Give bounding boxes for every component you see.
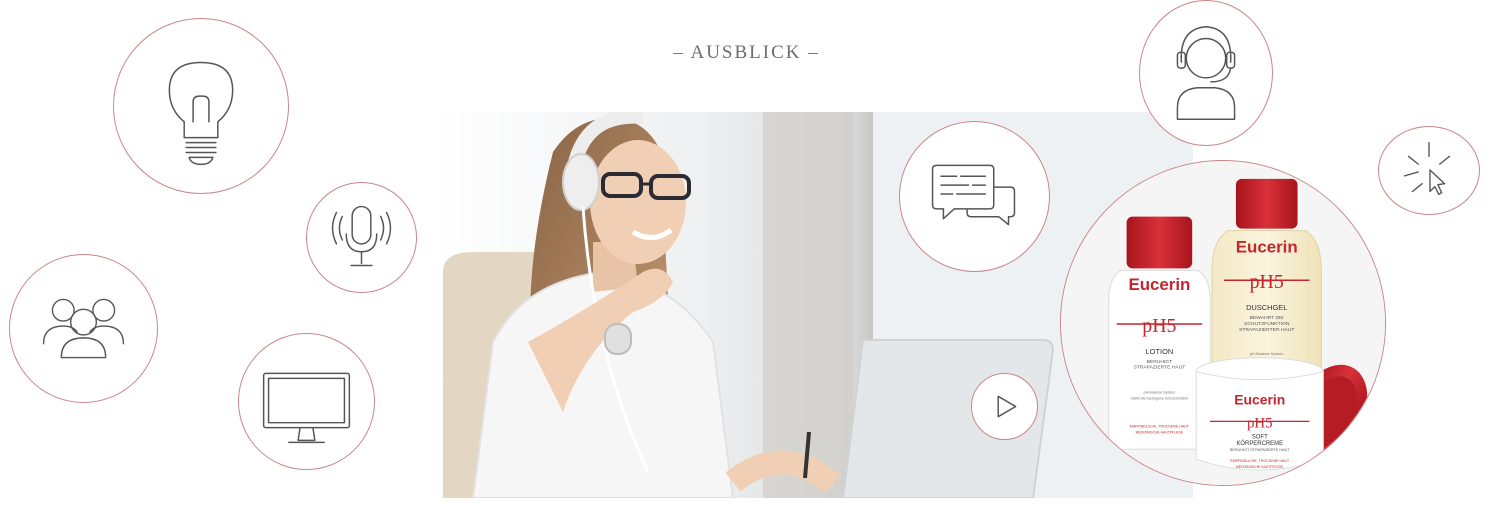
cream-footer2: MEDIZINISCHE HAUTPFLEGE [1236,465,1284,469]
lotion-note2: Stärkt die hauteigene Schutzfunktion [1130,397,1188,401]
monitor-circle [238,333,375,470]
lightbulb-icon [168,61,234,166]
microphone-icon [331,205,392,267]
shower-name: DUSCHGEL [1246,303,1287,312]
cream-name2: KÖRPERCREME [1236,440,1283,447]
shower-sub3: STRAPAZIERTER HAUT [1239,327,1294,333]
shower-brand: Eucerin [1236,237,1298,256]
headset-circle [1139,0,1273,146]
click-circle [1378,126,1480,215]
cream-line: pH5 [1247,415,1273,431]
chat-circle [899,121,1050,272]
play-button[interactable] [971,373,1038,440]
play-icon[interactable] [972,374,1037,439]
lightbulb-circle [113,18,289,194]
shower-sub1: BEWAHRT DIE [1250,315,1285,321]
monitor-icon [262,372,351,444]
products-circle: Eucerin pH5 DUSCHGEL BEWAHRT DIE SCHUTZF… [1060,160,1386,486]
lotion-sub2: STRAPAZIERTE HAUT [1133,365,1185,371]
lotion-line: pH5 [1142,315,1176,337]
chat-icon [931,164,1016,226]
headset-agent-icon [1176,25,1236,121]
shower-line: pH5 [1250,271,1284,293]
cream-name1: SOFT [1252,434,1268,440]
group-icon [42,298,125,359]
lotion-sub1: BERUHIGT [1147,359,1173,365]
click-cursor-icon [1403,141,1451,196]
eucerin-products-image: Eucerin pH5 DUSCHGEL BEWAHRT DIE SCHUTZF… [1061,161,1385,485]
shower-note1: pH-Balance System [1250,352,1283,356]
cream-footer1: EMPFINDLICHE, TROCKENE HAUT [1230,459,1290,463]
cream-jar: Eucerin pH5 SOFT KÖRPERCREME BERUHIGT ST… [1195,357,1324,471]
lotion-footer1: EMPFINDLICHE, TROCKENE HAUT [1130,424,1190,428]
lotion-footer2: MEDIZINISCHE HAUTPFLEGE [1136,430,1184,434]
cream-sub1: BERUHIGT STRAPAZIERTE HAUT [1230,448,1291,452]
lotion-name: LOTION [1146,347,1174,356]
shower-sub2: SCHUTZFUNKTION [1244,321,1290,327]
group-circle [9,254,158,403]
microphone-circle [306,182,417,293]
cream-brand: Eucerin [1234,391,1285,407]
lotion-brand: Eucerin [1128,275,1190,294]
lotion-note1: pH-Balance System [1144,391,1176,395]
